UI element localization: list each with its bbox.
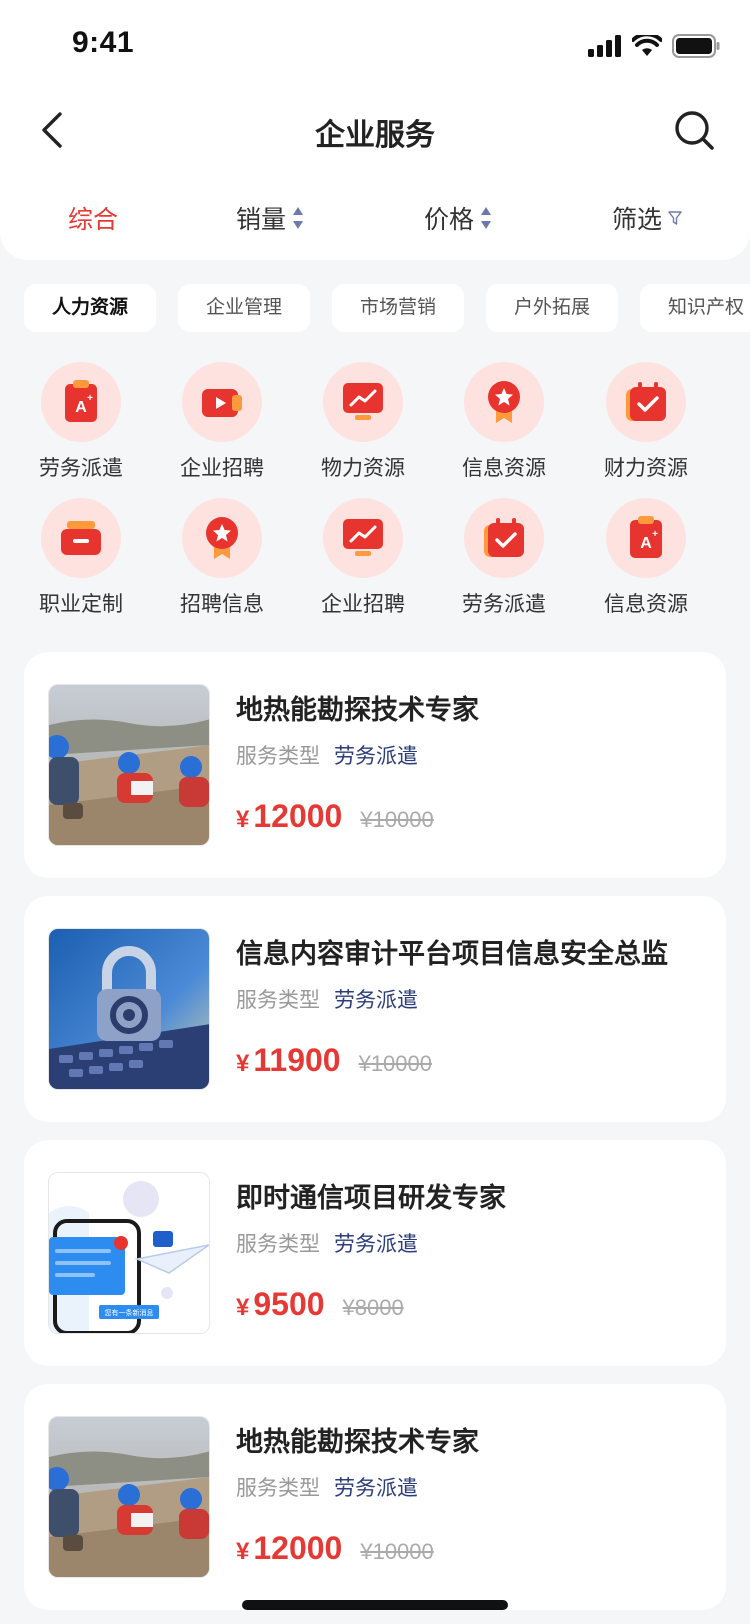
page-title: 企业服务 [315,119,435,152]
sort-arrows-icon [481,207,492,229]
sort-price[interactable]: 价格 [424,196,492,240]
card-title: 即时通信项目研发专家 [236,1183,506,1213]
chart-icon [343,519,383,556]
security-lock-photo [48,928,210,1090]
original-price: ¥10000 [360,1539,434,1564]
meta-value: 劳务派遣 [334,1477,418,1500]
toolbox-icon [61,521,101,555]
currency-symbol: ¥ [236,1050,250,1077]
currency-symbol: ¥ [236,1294,250,1321]
card-meta: 服务类型 劳务派遣 [236,1472,418,1502]
workers-photo [48,1416,210,1578]
calendar-check-icon [626,382,666,421]
grid-item-info-2[interactable]: A + 信息资源 [581,498,711,618]
signal-icon [588,35,621,57]
grid-item-jobinfo[interactable]: 招聘信息 [157,498,287,618]
svg-text:+: + [87,393,93,404]
meta-label: 服务类型 [236,989,320,1012]
card-price: ¥ 12000 ¥10000 [236,798,434,835]
chart-icon [343,383,383,420]
grid-item-labor-2[interactable]: 劳务派遣 [439,498,569,618]
illustration-caption: 您有一条新消息 [105,1308,154,1317]
battery-icon [672,34,720,58]
meta-label: 服务类型 [236,745,320,768]
chip-hr[interactable]: 人力资源 [24,284,156,332]
card-meta: 服务类型 劳务派遣 [236,740,418,770]
price: 12000 [253,798,343,834]
price: 12000 [253,1530,343,1566]
chip-outdoor[interactable]: 户外拓展 [486,284,618,332]
meta-value: 劳务派遣 [334,989,418,1012]
price: 11900 [253,1042,341,1078]
currency-symbol: ¥ [236,806,250,833]
card-price: ¥ 9500 ¥8000 [236,1286,404,1323]
original-price: ¥10000 [360,807,434,832]
wifi-icon [632,35,662,56]
currency-symbol: ¥ [236,1538,250,1565]
grid-item-finance[interactable]: 财力资源 [581,362,711,482]
service-card[interactable]: 您有一条新消息 即时通信项目研发专家 服务类型 劳务派遣 ¥ 9500 ¥8000 [24,1140,726,1366]
card-meta: 服务类型 劳务派遣 [236,984,418,1014]
card-meta: 服务类型 劳务派遣 [236,1228,418,1258]
svg-text:+: + [652,529,658,540]
chip-management[interactable]: 企业管理 [178,284,310,332]
meta-value: 劳务派遣 [334,1233,418,1256]
document-a-icon: A + [630,516,662,558]
status-bar: 9:41 [0,0,750,90]
workers-photo [48,684,210,846]
nav-bar: 企业服务 [0,96,750,166]
svg-text:A: A [640,535,652,552]
grid-item-recruit-2[interactable]: 企业招聘 [298,498,428,618]
service-grid: A + 劳务派遣 企业招聘 物力资源 信息资源 财力资源 职业定制 招聘信息 企… [0,362,750,634]
grid-item-info[interactable]: 信息资源 [439,362,569,482]
badge-star-icon [206,517,238,559]
search-icon[interactable] [672,108,716,152]
category-chips: 人力资源 企业管理 市场营销 户外拓展 知识产权 [24,284,750,332]
service-card[interactable]: 信息内容审计平台项目信息安全总监 服务类型 劳务派遣 ¥ 11900 ¥10000 [24,896,726,1122]
meta-value: 劳务派遣 [334,745,418,768]
grid-item-recruit[interactable]: 企业招聘 [157,362,287,482]
top-header: 9:41 企业服务 综合 销量 价格 筛选 [0,0,750,260]
grid-item-career[interactable]: 职业定制 [16,498,146,618]
card-price: ¥ 12000 ¥10000 [236,1530,434,1567]
sort-sales[interactable]: 销量 [236,196,304,240]
calendar-check-icon [484,518,524,557]
chip-ip[interactable]: 知识产权 [640,284,750,332]
document-a-icon: A + [65,380,97,422]
video-icon [202,389,242,417]
sort-arrows-icon [293,207,304,229]
home-indicator[interactable] [242,1600,508,1610]
service-card[interactable]: 地热能勘探技术专家 服务类型 劳务派遣 ¥ 12000 ¥10000 [24,652,726,878]
meta-label: 服务类型 [236,1477,320,1500]
card-title: 地热能勘探技术专家 [236,695,479,725]
price: 9500 [253,1286,325,1322]
sort-filter[interactable]: 筛选 [612,196,682,240]
card-title: 地热能勘探技术专家 [236,1427,479,1457]
grid-item-labor[interactable]: A + 劳务派遣 [16,362,146,482]
original-price: ¥10000 [358,1051,432,1076]
svg-text:A: A [75,399,87,416]
grid-item-material[interactable]: 物力资源 [298,362,428,482]
card-title: 信息内容审计平台项目信息安全总监 [236,939,668,969]
meta-label: 服务类型 [236,1233,320,1256]
status-icons [588,34,720,58]
sort-bar: 综合 销量 价格 筛选 [0,196,750,240]
status-time: 9:41 [72,26,135,59]
messaging-illustration: 您有一条新消息 [48,1172,210,1334]
card-price: ¥ 11900 ¥10000 [236,1042,432,1079]
original-price: ¥8000 [342,1295,404,1320]
filter-icon [668,211,682,225]
service-card[interactable]: 地热能勘探技术专家 服务类型 劳务派遣 ¥ 12000 ¥10000 [24,1384,726,1610]
chip-marketing[interactable]: 市场营销 [332,284,464,332]
sort-comprehensive[interactable]: 综合 [68,196,118,240]
badge-star-icon [488,381,520,423]
